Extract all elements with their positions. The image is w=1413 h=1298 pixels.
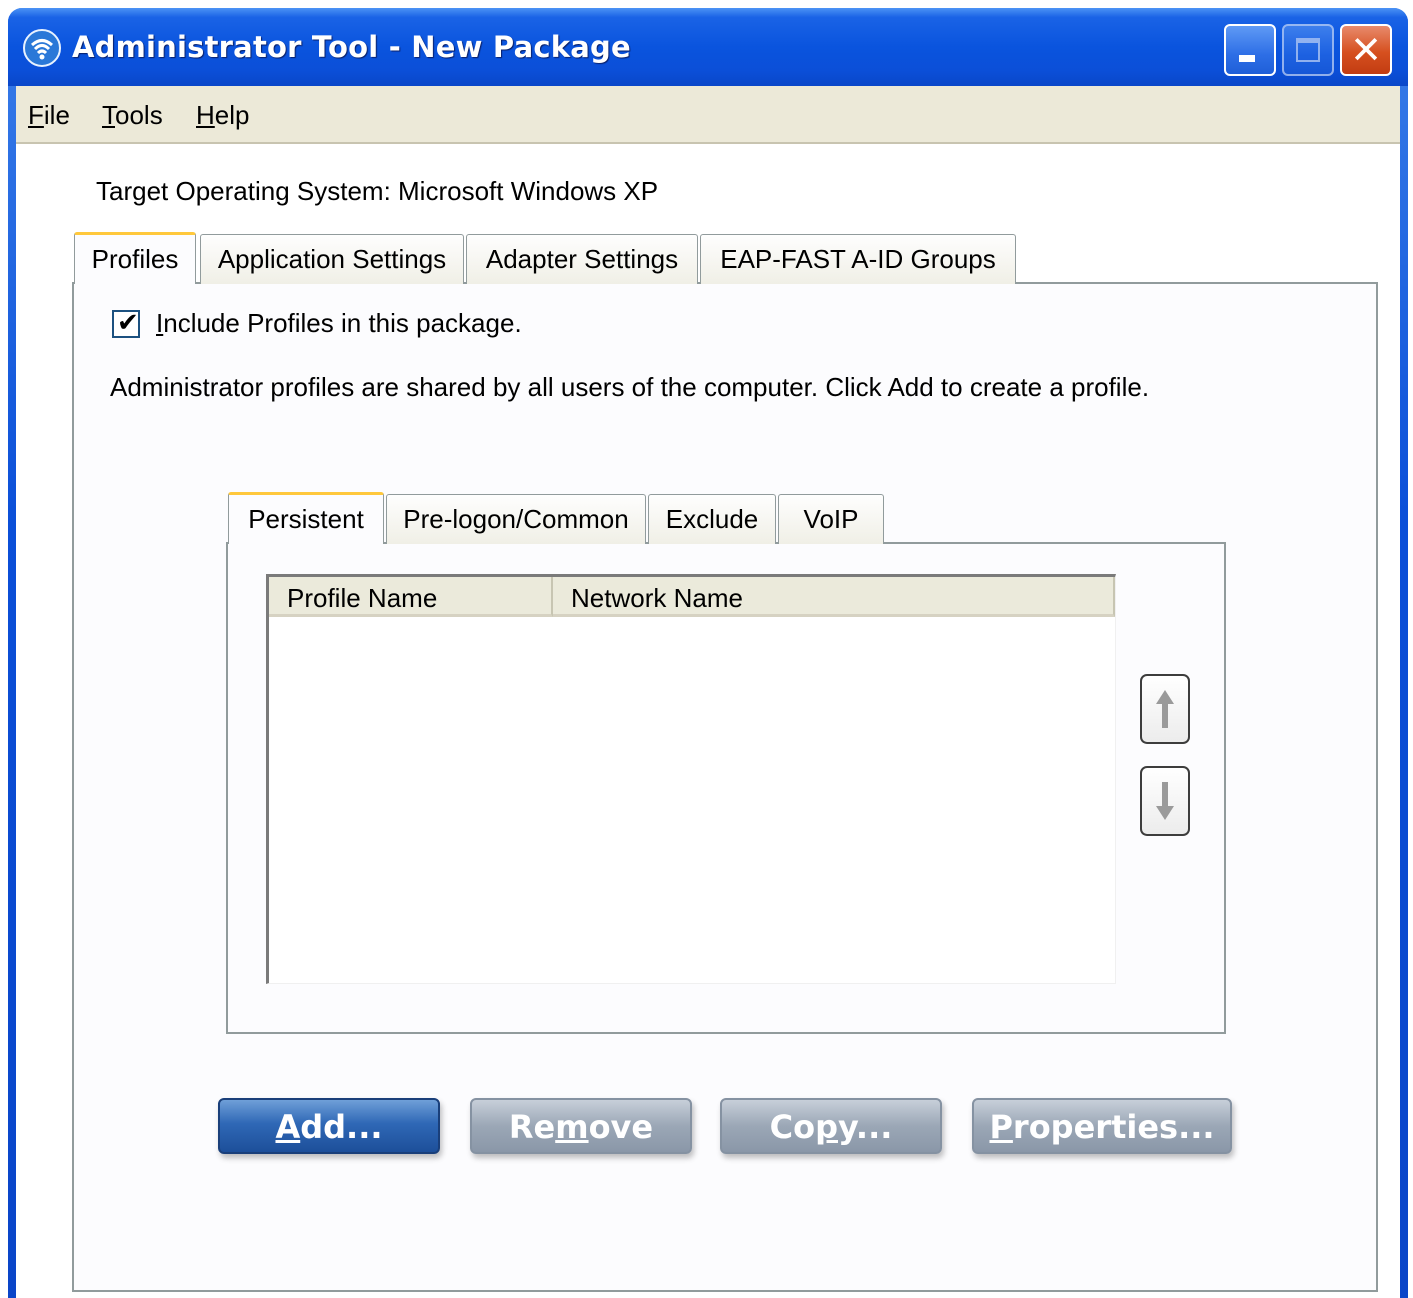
include-profiles-checkbox[interactable]: ✔ [112,308,140,338]
tab-voip[interactable]: VoIP [778,494,884,544]
add-button[interactable]: Add... [218,1098,440,1154]
move-down-button[interactable] [1140,766,1190,836]
target-os-label: Target Operating System: Microsoft Windo… [96,176,659,206]
checkmark-icon: ✔ [117,308,139,338]
tab-persistent[interactable]: Persistent [228,492,384,544]
menu-help[interactable]: Help [196,100,249,131]
menu-file-rest: ile [43,100,70,130]
move-up-button[interactable] [1140,674,1190,744]
minimize-button[interactable] [1224,24,1276,76]
properties-button[interactable]: Properties... [972,1098,1232,1154]
tab-profiles[interactable]: Profiles [74,232,196,284]
tab-exclude[interactable]: Exclude [648,494,776,544]
title-bar[interactable]: Administrator Tool - New Package ✕ [8,8,1408,86]
menu-tools-rest: ools [115,100,163,130]
wireless-signal-icon [23,29,61,67]
menu-help-rest: elp [214,100,250,130]
include-profiles-label: Include Profiles in this package. [156,308,522,338]
tab-eap-fast-aid-groups[interactable]: EAP-FAST A-ID Groups [700,234,1016,284]
close-icon: ✕ [1350,28,1382,72]
minimize-icon [1239,55,1255,62]
menu-bar: File Tools Help [16,86,1400,144]
close-button[interactable]: ✕ [1340,24,1392,76]
profiles-description: Administrator profiles are shared by all… [110,372,1150,402]
client-area: File Tools Help Target Operating System:… [16,86,1400,1298]
tab-application-settings[interactable]: Application Settings [200,234,464,284]
maximize-button[interactable] [1282,24,1334,76]
window-title: Administrator Tool - New Package [72,30,631,64]
remove-button[interactable]: Remove [470,1098,692,1154]
profiles-list[interactable]: Profile Name Network Name [266,574,1116,984]
app-window: Administrator Tool - New Package ✕ File … [8,8,1408,1298]
copy-button[interactable]: Copy... [720,1098,942,1154]
column-header-profile-name[interactable]: Profile Name [269,577,553,617]
arrow-down-icon [1156,782,1174,820]
menu-file[interactable]: File [28,100,70,131]
maximize-icon [1296,38,1320,62]
menu-tools[interactable]: Tools [102,100,163,131]
column-header-network-name[interactable]: Network Name [553,577,1115,617]
tab-pre-logon-common[interactable]: Pre-logon/Common [386,494,646,544]
tab-adapter-settings[interactable]: Adapter Settings [466,234,698,284]
arrow-up-icon [1156,690,1174,728]
